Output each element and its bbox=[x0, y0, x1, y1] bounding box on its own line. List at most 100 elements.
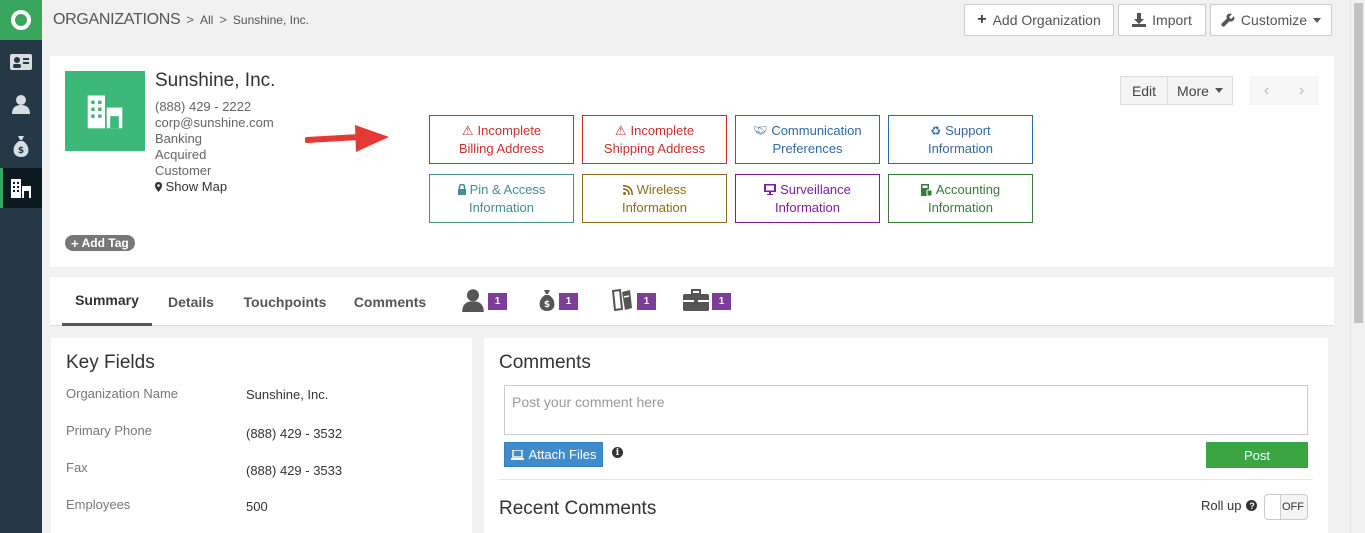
breadcrumb: ORGANIZATIONS > All > Sunshine, Inc. bbox=[53, 11, 309, 29]
tab-details[interactable]: Details bbox=[158, 277, 224, 326]
wireless-information-button[interactable]: Wireless Information bbox=[582, 174, 727, 223]
support-information-button[interactable]: ♻ Support Information bbox=[888, 115, 1033, 164]
organization-industry: Banking bbox=[155, 131, 202, 146]
alert-line1: Communication bbox=[771, 122, 862, 138]
organization-email[interactable]: corp@sunshine.com bbox=[155, 115, 274, 131]
show-map-link[interactable]: Show Map bbox=[155, 179, 274, 195]
laptop-icon bbox=[510, 449, 524, 460]
accounting-information-button[interactable]: Accounting Information bbox=[888, 174, 1033, 223]
help-icon[interactable]: ? bbox=[1246, 500, 1258, 511]
breadcrumb-separator: > bbox=[186, 12, 194, 27]
comment-input-placeholder: Post your comment here bbox=[512, 394, 665, 410]
nav-contacts[interactable] bbox=[0, 84, 42, 124]
tab-projects[interactable]: 1 bbox=[683, 287, 731, 313]
key-field-value[interactable]: (888) 429 - 3533 bbox=[246, 463, 342, 478]
communication-preferences-button[interactable]: 🤝︎ Communication Preferences bbox=[735, 115, 880, 164]
roll-up-toggle[interactable]: OFF bbox=[1264, 494, 1308, 520]
pin-access-information-button[interactable]: Pin & Access Information bbox=[429, 174, 574, 223]
organization-header-card: Sunshine, Inc. (888) 429 - 2222 corp@sun… bbox=[50, 56, 1334, 267]
key-field-value[interactable]: (888) 429 - 3532 bbox=[246, 426, 342, 441]
deals-count-badge: 1 bbox=[559, 292, 578, 310]
roll-up-text: Roll up bbox=[1201, 498, 1242, 513]
recent-comments-title: Recent Comments bbox=[499, 498, 657, 519]
comments-title: Comments bbox=[499, 352, 591, 373]
chevron-left-icon: ‹ bbox=[1263, 81, 1270, 99]
import-button[interactable]: Import bbox=[1118, 4, 1206, 36]
alert-line1: Pin & Access bbox=[469, 181, 546, 197]
alert-line2: Billing Address bbox=[458, 140, 545, 156]
breadcrumb-all[interactable]: All bbox=[200, 13, 213, 27]
comments-panel: Comments Post your comment here Attach F… bbox=[484, 338, 1328, 533]
tab-touchpoints-label: Touchpoints bbox=[243, 293, 327, 310]
module-title[interactable]: ORGANIZATIONS bbox=[53, 11, 181, 29]
building-icon bbox=[11, 179, 31, 198]
edit-button[interactable]: Edit bbox=[1120, 76, 1168, 105]
tickets-icon bbox=[611, 289, 632, 311]
lock-icon bbox=[457, 184, 466, 195]
nav-organizations[interactable] bbox=[0, 168, 42, 208]
breadcrumb-separator: > bbox=[219, 12, 227, 27]
attach-files-button[interactable]: Attach Files bbox=[504, 442, 603, 467]
chevron-right-icon: › bbox=[1298, 81, 1305, 99]
toggle-knob bbox=[1265, 495, 1281, 519]
add-organization-button[interactable]: + Add Organization bbox=[964, 4, 1114, 36]
more-button[interactable]: More bbox=[1167, 76, 1233, 105]
previous-record-button[interactable]: ‹ bbox=[1249, 76, 1284, 105]
key-field-value[interactable]: 500 bbox=[246, 499, 268, 514]
incomplete-shipping-address-button[interactable]: ⚠ Incomplete Shipping Address bbox=[582, 115, 727, 164]
add-tag-label: Add Tag bbox=[81, 236, 129, 250]
post-button[interactable]: Post bbox=[1206, 442, 1308, 468]
wrench-icon bbox=[1221, 13, 1235, 27]
organization-avatar bbox=[65, 71, 145, 151]
scrollbar-thumb[interactable] bbox=[1354, 3, 1363, 323]
comment-input[interactable]: Post your comment here bbox=[504, 385, 1308, 435]
rss-icon bbox=[622, 184, 633, 195]
page-scrollbar[interactable] bbox=[1350, 0, 1365, 533]
add-tag-button[interactable]: + Add Tag bbox=[65, 235, 135, 251]
warning-icon: ⚠ bbox=[461, 122, 474, 138]
attach-files-label: Attach Files bbox=[528, 447, 597, 462]
chevron-down-icon bbox=[1313, 17, 1322, 23]
key-field-value[interactable]: Sunshine, Inc. bbox=[246, 387, 328, 402]
customize-button[interactable]: Customize bbox=[1210, 4, 1332, 36]
handshake-icon: 🤝︎ bbox=[753, 124, 768, 137]
info-icon[interactable]: i bbox=[612, 447, 623, 458]
surveillance-information-button[interactable]: Surveillance Information bbox=[735, 174, 880, 223]
next-record-button[interactable]: › bbox=[1284, 76, 1319, 105]
breadcrumb-current: Sunshine, Inc. bbox=[232, 13, 309, 27]
contact-card-icon bbox=[10, 54, 32, 70]
left-nav: $ bbox=[0, 0, 42, 533]
top-bar: ORGANIZATIONS > All > Sunshine, Inc. + A… bbox=[42, 0, 1365, 40]
tab-tickets[interactable]: 1 bbox=[610, 287, 656, 313]
incomplete-billing-address-button[interactable]: ⚠ Incomplete Billing Address bbox=[429, 115, 574, 164]
nav-deals[interactable]: $ bbox=[0, 126, 42, 166]
plus-icon: + bbox=[977, 11, 987, 28]
key-field-label: Fax bbox=[66, 460, 88, 475]
post-label: Post bbox=[1243, 447, 1270, 463]
tab-summary[interactable]: Summary bbox=[62, 277, 152, 326]
tab-touchpoints[interactable]: Touchpoints bbox=[236, 277, 334, 326]
alert-line1: Surveillance bbox=[780, 181, 851, 197]
tab-summary-label: Summary bbox=[75, 292, 139, 308]
tab-deals[interactable]: $ 1 bbox=[538, 287, 578, 313]
alert-line2: Information bbox=[927, 140, 994, 156]
divider bbox=[499, 479, 1313, 480]
tab-comments[interactable]: Comments bbox=[348, 277, 432, 326]
tab-details-label: Details bbox=[168, 293, 214, 310]
tab-comments-label: Comments bbox=[353, 293, 427, 310]
import-label: Import bbox=[1152, 12, 1192, 28]
organization-phone[interactable]: (888) 429 - 2222 bbox=[155, 99, 274, 115]
tab-contacts[interactable]: 1 bbox=[461, 287, 507, 313]
tickets-count-badge: 1 bbox=[637, 292, 656, 310]
map-marker-icon bbox=[155, 182, 162, 192]
svg-text:$: $ bbox=[18, 146, 24, 156]
projects-count-badge: 1 bbox=[712, 292, 731, 310]
add-organization-label: Add Organization bbox=[992, 12, 1101, 28]
alert-line1: Support bbox=[945, 122, 991, 138]
alert-line2: Information bbox=[774, 199, 841, 215]
warning-icon: ⚠ bbox=[614, 122, 627, 138]
nav-contact-card[interactable] bbox=[0, 42, 42, 82]
money-bag-icon: $ bbox=[13, 136, 29, 157]
app-logo[interactable] bbox=[0, 0, 42, 40]
logo-ring-icon bbox=[11, 10, 31, 30]
